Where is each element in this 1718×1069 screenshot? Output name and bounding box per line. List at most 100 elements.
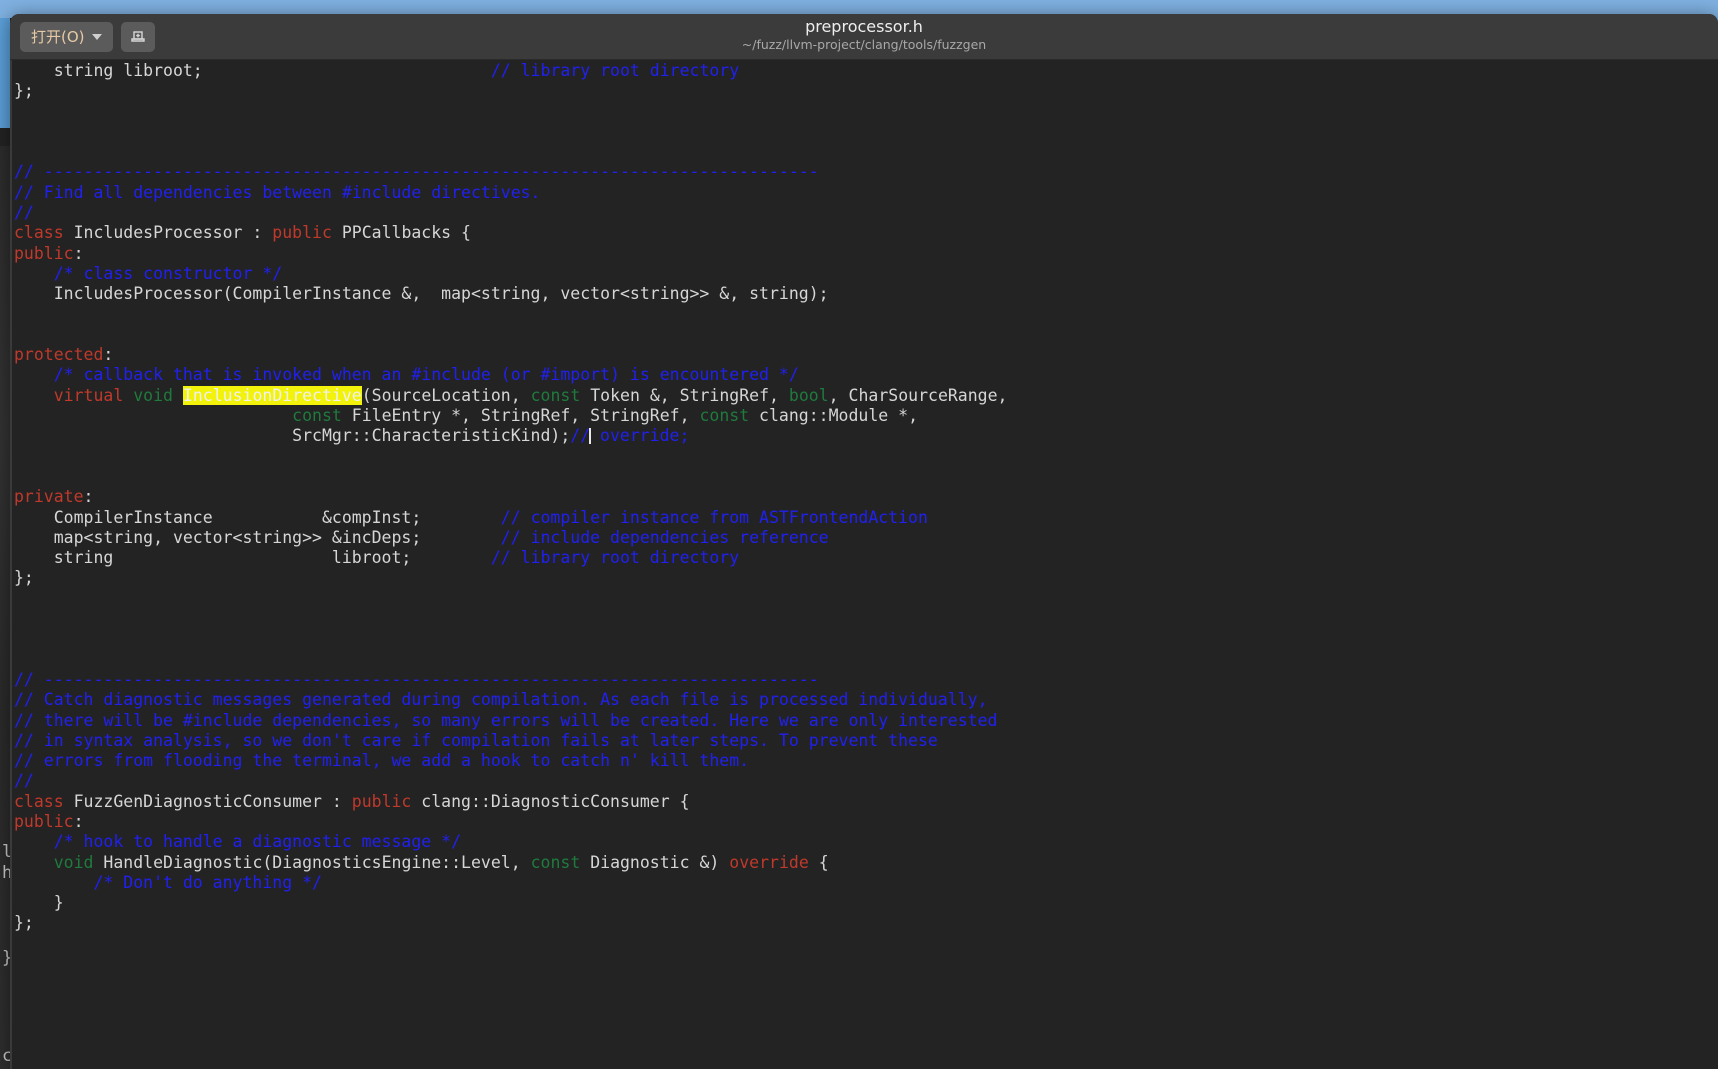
code-line: }; (14, 913, 1007, 933)
code-token: override; (590, 426, 690, 446)
code-token: virtual (53, 385, 124, 405)
code-token: : (103, 345, 114, 365)
code-line: map<string, vector<string>> &incDeps; //… (14, 528, 1007, 548)
code-line: public: (14, 812, 1007, 832)
code-line: string libroot; // library root director… (14, 548, 1007, 568)
code-token: // library root directory (490, 61, 740, 80)
code-token: const (530, 852, 581, 872)
open-button[interactable]: 打开(O) (20, 21, 113, 52)
code-line: virtual void InclusionDirective(SourceLo… (14, 385, 1008, 406)
code-token: // compiler instance from ASTFrontendAct… (500, 507, 928, 527)
code-token: HandleDiagnostic(DiagnosticsEngine::Leve… (93, 852, 531, 872)
code-token: void (133, 385, 173, 405)
code-token: , CharSourceRange, (828, 385, 1008, 405)
code-line: } (14, 893, 1007, 913)
code-line: // errors from flooding the terminal, we… (14, 751, 1007, 771)
code-token: IncludesProcessor(CompilerInstance &, ma… (14, 284, 829, 304)
desktop: lu h }; cl nc 打开(O) preprocessor.h ~/fuz… (0, 0, 1718, 1069)
code-editor-area[interactable]: string libroot; // library root director… (10, 60, 1718, 1069)
code-token: : (73, 243, 84, 263)
code-token: class (14, 791, 64, 811)
code-token: // errors from flooding the terminal, we… (14, 751, 750, 771)
code-token: // -------------------------------------… (14, 669, 819, 689)
code-token: // include dependencies reference (500, 527, 829, 547)
code-token: string libroot; (14, 548, 491, 568)
code-token: SrcMgr::CharacteristicKind); (14, 426, 571, 446)
code-token: // (570, 426, 591, 446)
code-token: clang::DiagnosticConsumer { (411, 791, 690, 811)
code-token: public (351, 791, 412, 811)
code-line: // (14, 203, 1007, 223)
code-line: SrcMgr::CharacteristicKind);// override; (14, 426, 1007, 446)
code-token: void (53, 852, 94, 872)
code-token: Token &, StringRef, (580, 385, 789, 405)
code-line: // -------------------------------------… (14, 670, 1007, 690)
code-line: /* callback that is invoked when an #inc… (14, 365, 1007, 385)
code-line: }; (14, 568, 1007, 588)
code-token: // (14, 771, 34, 791)
code-token: }; (14, 81, 34, 101)
code-token: { (808, 852, 829, 872)
open-button-label: 打开(O) (31, 28, 85, 46)
code-token: bool (788, 385, 829, 405)
code-token: map<string, vector<string>> &incDeps; (14, 527, 501, 547)
code-token: /* class constructor */ (14, 263, 283, 283)
code-token: private (14, 487, 84, 507)
code-line: protected: (14, 345, 1007, 365)
code-token: override (729, 852, 809, 872)
background-window-accent (0, 18, 10, 128)
code-token: CompilerInstance &compInst; (14, 507, 501, 527)
code-token: FileEntry *, StringRef, StringRef, (341, 406, 700, 426)
code-token: (SourceLocation, (361, 385, 531, 405)
code-token: IncludesProcessor : (63, 223, 273, 243)
code-line: // (14, 771, 1007, 791)
code-token: public (14, 243, 74, 263)
code-token: /* Don't do anything */ (14, 872, 322, 892)
code-line: /* Don't do anything */ (14, 873, 1007, 893)
code-line: CompilerInstance &compInst; // compiler … (14, 508, 1007, 528)
code-line: public: (14, 244, 1007, 264)
code-line: // -------------------------------------… (14, 162, 1007, 182)
code-text[interactable]: string libroot; // library root director… (14, 61, 1007, 934)
code-line: // Find all dependencies between #includ… (14, 183, 1007, 203)
code-token: // library root directory (490, 548, 740, 568)
code-token: public (14, 811, 74, 831)
code-token: const (699, 406, 750, 426)
code-line: IncludesProcessor(CompilerInstance &, ma… (14, 284, 1007, 304)
code-token: // in syntax analysis, so we don't care … (14, 730, 938, 750)
code-token: }; (14, 568, 34, 588)
code-line: void HandleDiagnostic(DiagnosticsEngine:… (14, 853, 1007, 873)
title-block: preprocessor.h ~/fuzz/llvm-project/clang… (10, 17, 1718, 52)
code-line: class FuzzGenDiagnosticConsumer : public… (14, 792, 1007, 812)
code-line: }; (14, 81, 1007, 101)
code-token: // there will be #include dependencies, … (14, 710, 998, 730)
save-button[interactable] (120, 21, 155, 52)
header-bar: 打开(O) preprocessor.h ~/fuzz/llvm-project… (10, 14, 1718, 60)
code-token: Diagnostic &) (580, 852, 730, 872)
code-token: PPCallbacks { (331, 223, 471, 243)
text-editor-window: 打开(O) preprocessor.h ~/fuzz/llvm-project… (10, 14, 1718, 1069)
code-token: protected (14, 345, 104, 365)
code-token: const (292, 406, 342, 426)
code-token: public (272, 223, 332, 243)
code-line: // in syntax analysis, so we don't care … (14, 731, 1007, 751)
code-line: // Catch diagnostic messages generated d… (14, 690, 1007, 710)
chevron-down-icon (91, 33, 102, 40)
code-token: } (14, 893, 64, 913)
code-line: // there will be #include dependencies, … (14, 711, 1007, 731)
code-token: class (14, 223, 64, 243)
code-token: // -------------------------------------… (14, 162, 819, 182)
code-token: /* hook to handle a diagnostic message *… (14, 832, 462, 852)
code-line: class IncludesProcessor : public PPCallb… (14, 223, 1007, 243)
